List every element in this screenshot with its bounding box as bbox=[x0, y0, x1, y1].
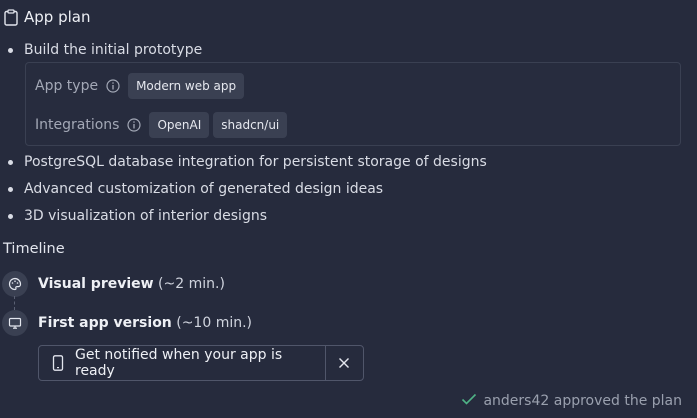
clipboard-icon bbox=[4, 8, 18, 26]
info-icon[interactable] bbox=[127, 118, 142, 132]
app-type-row: App type Modern web app bbox=[35, 73, 245, 99]
bullet-dot bbox=[8, 213, 13, 219]
timeline-connector bbox=[14, 296, 16, 310]
plan-item-text: Advanced customization of generated desi… bbox=[24, 181, 384, 197]
integrations-label: Integrations bbox=[35, 117, 120, 133]
info-icon[interactable] bbox=[106, 79, 120, 93]
plan-item-text: Build the initial prototype bbox=[24, 42, 203, 58]
plan-item-text: PostgreSQL database integration for pers… bbox=[24, 154, 487, 170]
plan-item: Advanced customization of generated desi… bbox=[8, 181, 383, 197]
palette-icon bbox=[2, 271, 28, 297]
approval-text: anders42 approved the plan bbox=[483, 393, 682, 409]
bullet-dot bbox=[8, 47, 13, 53]
plan-title: App plan bbox=[24, 8, 91, 26]
plan-item: 3D visualization of interior designs bbox=[8, 208, 267, 224]
integration-chip: shadcn/ui bbox=[213, 112, 288, 138]
integrations-row: Integrations OpenAI shadcn/ui bbox=[35, 112, 288, 138]
integration-chip: OpenAI bbox=[149, 112, 210, 138]
bullet-dot bbox=[8, 159, 13, 165]
timeline-step-name: Visual preview bbox=[38, 276, 154, 292]
timeline-step-duration: (~10 min.) bbox=[176, 315, 253, 331]
notify-banner[interactable]: Get notified when your app is ready bbox=[38, 345, 364, 381]
timeline-step: Visual preview (~2 min.) bbox=[38, 276, 225, 292]
app-type-chip: Modern web app bbox=[128, 73, 245, 99]
timeline-step-duration: (~2 min.) bbox=[158, 276, 225, 292]
plan-header: App plan bbox=[4, 8, 90, 26]
close-icon[interactable] bbox=[326, 346, 362, 380]
timeline-title: Timeline bbox=[3, 241, 65, 257]
approval-status: anders42 approved the plan bbox=[461, 393, 682, 409]
plan-details-card: App type Modern web app Integrations Ope… bbox=[25, 62, 681, 146]
plan-item: PostgreSQL database integration for pers… bbox=[8, 154, 487, 170]
plan-item-text: 3D visualization of interior designs bbox=[24, 208, 267, 224]
check-icon bbox=[461, 393, 477, 409]
notify-label[interactable]: Get notified when your app is ready bbox=[75, 347, 325, 379]
bullet-dot bbox=[8, 186, 13, 192]
timeline-step-name: First app version bbox=[38, 315, 172, 331]
timeline-step: First app version (~10 min.) bbox=[38, 315, 252, 331]
monitor-icon bbox=[2, 310, 28, 336]
phone-icon bbox=[52, 355, 64, 371]
plan-item: Build the initial prototype bbox=[8, 42, 202, 58]
app-type-label: App type bbox=[35, 78, 99, 94]
